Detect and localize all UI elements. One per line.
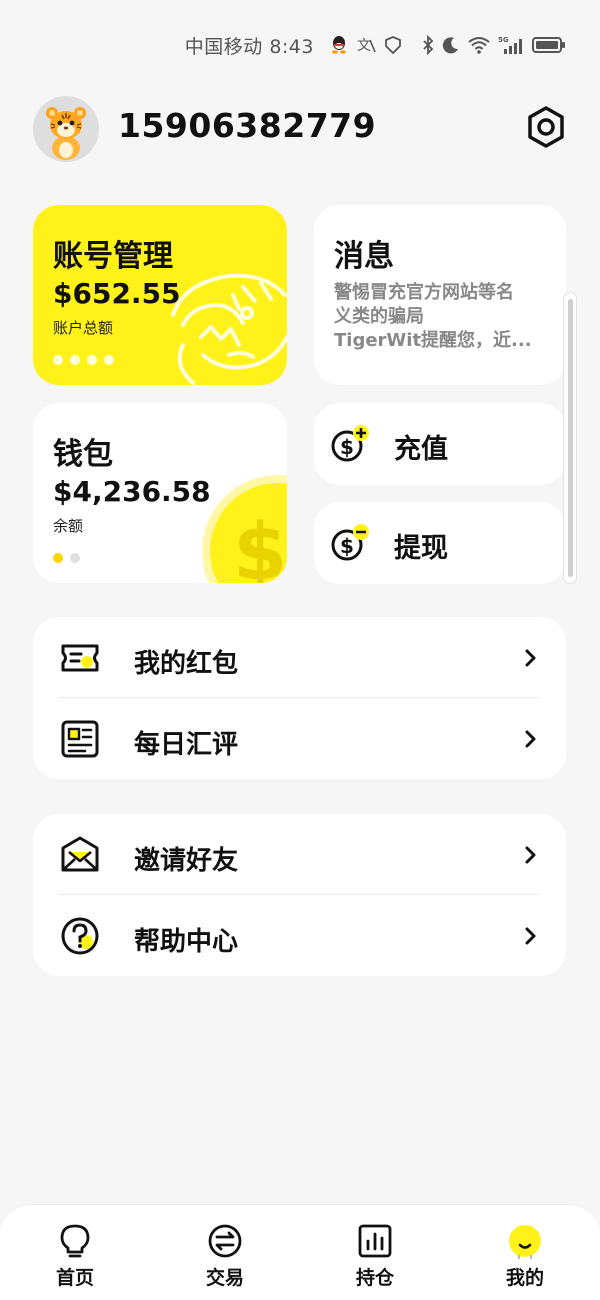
menu-group-2: 邀请好友 帮助中心 xyxy=(33,814,566,976)
wallet-balance-amount: $4,236.58 xyxy=(53,475,211,508)
wallet-page-indicator xyxy=(53,553,80,563)
envelope-icon xyxy=(61,836,99,872)
status-bar: 中国移动 8:43 文 5G xyxy=(0,30,600,60)
menu-item-label: 每日汇评 xyxy=(134,730,239,760)
wifi-icon xyxy=(468,36,490,54)
menu-item-label: 帮助中心 xyxy=(134,927,239,957)
news-icon xyxy=(61,720,99,758)
profile-icon xyxy=(509,1225,541,1259)
qq-icon xyxy=(330,35,348,55)
recharge-button[interactable]: $ 充值 xyxy=(314,403,566,485)
scrollbar-thumb[interactable] xyxy=(568,299,573,577)
account-management-card[interactable]: 账号管理 $652.55 账户总额 xyxy=(33,205,287,385)
bluetooth-icon xyxy=(422,35,434,55)
page-dot xyxy=(70,355,80,365)
message-line: 警惕冒充官方网站等名 xyxy=(334,282,514,303)
signal-5g-icon: 5G xyxy=(498,35,524,55)
battery-icon xyxy=(532,36,566,54)
lightbulb-icon xyxy=(60,1224,90,1258)
shield-icon xyxy=(384,36,402,54)
chevron-right-icon xyxy=(525,649,536,667)
carrier-time: 中国移动 8:43 xyxy=(184,35,314,58)
nav-positions[interactable]: 持仓 xyxy=(300,1205,450,1300)
wallet-card-title: 钱包 xyxy=(53,437,113,472)
translate-icon: 文 xyxy=(356,36,376,54)
settings-button[interactable] xyxy=(524,105,568,149)
nav-label: 持仓 xyxy=(355,1267,394,1289)
message-preview: 警惕冒充官方网站等名 义类的骗局 TigerWit提醒您，近... xyxy=(334,281,546,353)
nav-home[interactable]: 首页 xyxy=(0,1205,150,1300)
chevron-right-icon xyxy=(525,730,536,748)
avatar[interactable] xyxy=(33,96,99,162)
svg-text:5G: 5G xyxy=(498,36,509,44)
nav-label: 我的 xyxy=(505,1267,544,1289)
bottom-nav: 首页 交易 持仓 我的 xyxy=(0,1205,600,1300)
message-line: 义类的骗局 xyxy=(334,306,424,327)
cards-scrollbar[interactable] xyxy=(563,292,577,584)
account-card-title: 账号管理 xyxy=(53,239,173,274)
chevron-right-icon xyxy=(525,846,536,864)
page-dot xyxy=(53,355,63,365)
dollar-minus-icon: $ xyxy=(331,524,369,561)
menu-item-red-packet[interactable]: 我的红包 xyxy=(33,617,566,698)
withdraw-button[interactable]: $ 提现 xyxy=(314,502,566,584)
account-phone: 15906382779 xyxy=(118,106,377,145)
page-dot xyxy=(53,553,63,563)
help-icon xyxy=(61,917,99,955)
moon-icon xyxy=(442,36,460,54)
nav-label: 交易 xyxy=(205,1267,244,1289)
tiger-avatar-icon xyxy=(46,107,86,160)
menu-group-1: 我的红包 每日汇评 xyxy=(33,617,566,779)
nav-trade[interactable]: 交易 xyxy=(150,1205,300,1300)
svg-text:文: 文 xyxy=(357,38,371,54)
nav-mine[interactable]: 我的 xyxy=(450,1205,600,1300)
wallet-balance-label: 余额 xyxy=(53,517,84,535)
message-card-title: 消息 xyxy=(334,239,394,274)
menu-item-label: 邀请好友 xyxy=(134,846,239,876)
wallet-card[interactable]: $ 钱包 $4,236.58 余额 xyxy=(33,403,287,583)
chart-icon xyxy=(358,1224,392,1258)
ticket-icon xyxy=(61,644,99,672)
page-dot xyxy=(87,355,97,365)
message-line: TigerWit提醒您，近... xyxy=(334,330,532,351)
menu-item-invite-friends[interactable]: 邀请好友 xyxy=(33,814,566,895)
svg-text:$: $ xyxy=(233,508,287,583)
exchange-icon xyxy=(208,1224,242,1258)
svg-text:$: $ xyxy=(340,435,354,459)
nav-label: 首页 xyxy=(55,1267,94,1289)
menu-item-label: 我的红包 xyxy=(134,649,239,679)
chevron-right-icon xyxy=(525,927,536,945)
account-total-label: 账户总额 xyxy=(53,319,114,337)
page-dot xyxy=(70,553,80,563)
withdraw-label: 提现 xyxy=(394,533,448,564)
menu-item-daily-review[interactable]: 每日汇评 xyxy=(33,698,566,779)
svg-text:$: $ xyxy=(340,534,354,558)
message-card[interactable]: 消息 警惕冒充官方网站等名 义类的骗局 TigerWit提醒您，近... xyxy=(314,205,566,385)
menu-item-help-center[interactable]: 帮助中心 xyxy=(33,895,566,976)
page-dot xyxy=(104,355,114,365)
dollar-plus-icon: $ xyxy=(331,425,369,462)
recharge-label: 充值 xyxy=(394,434,448,465)
account-page-indicator xyxy=(53,355,114,365)
settings-icon xyxy=(528,106,564,148)
account-total-amount: $652.55 xyxy=(53,277,181,310)
